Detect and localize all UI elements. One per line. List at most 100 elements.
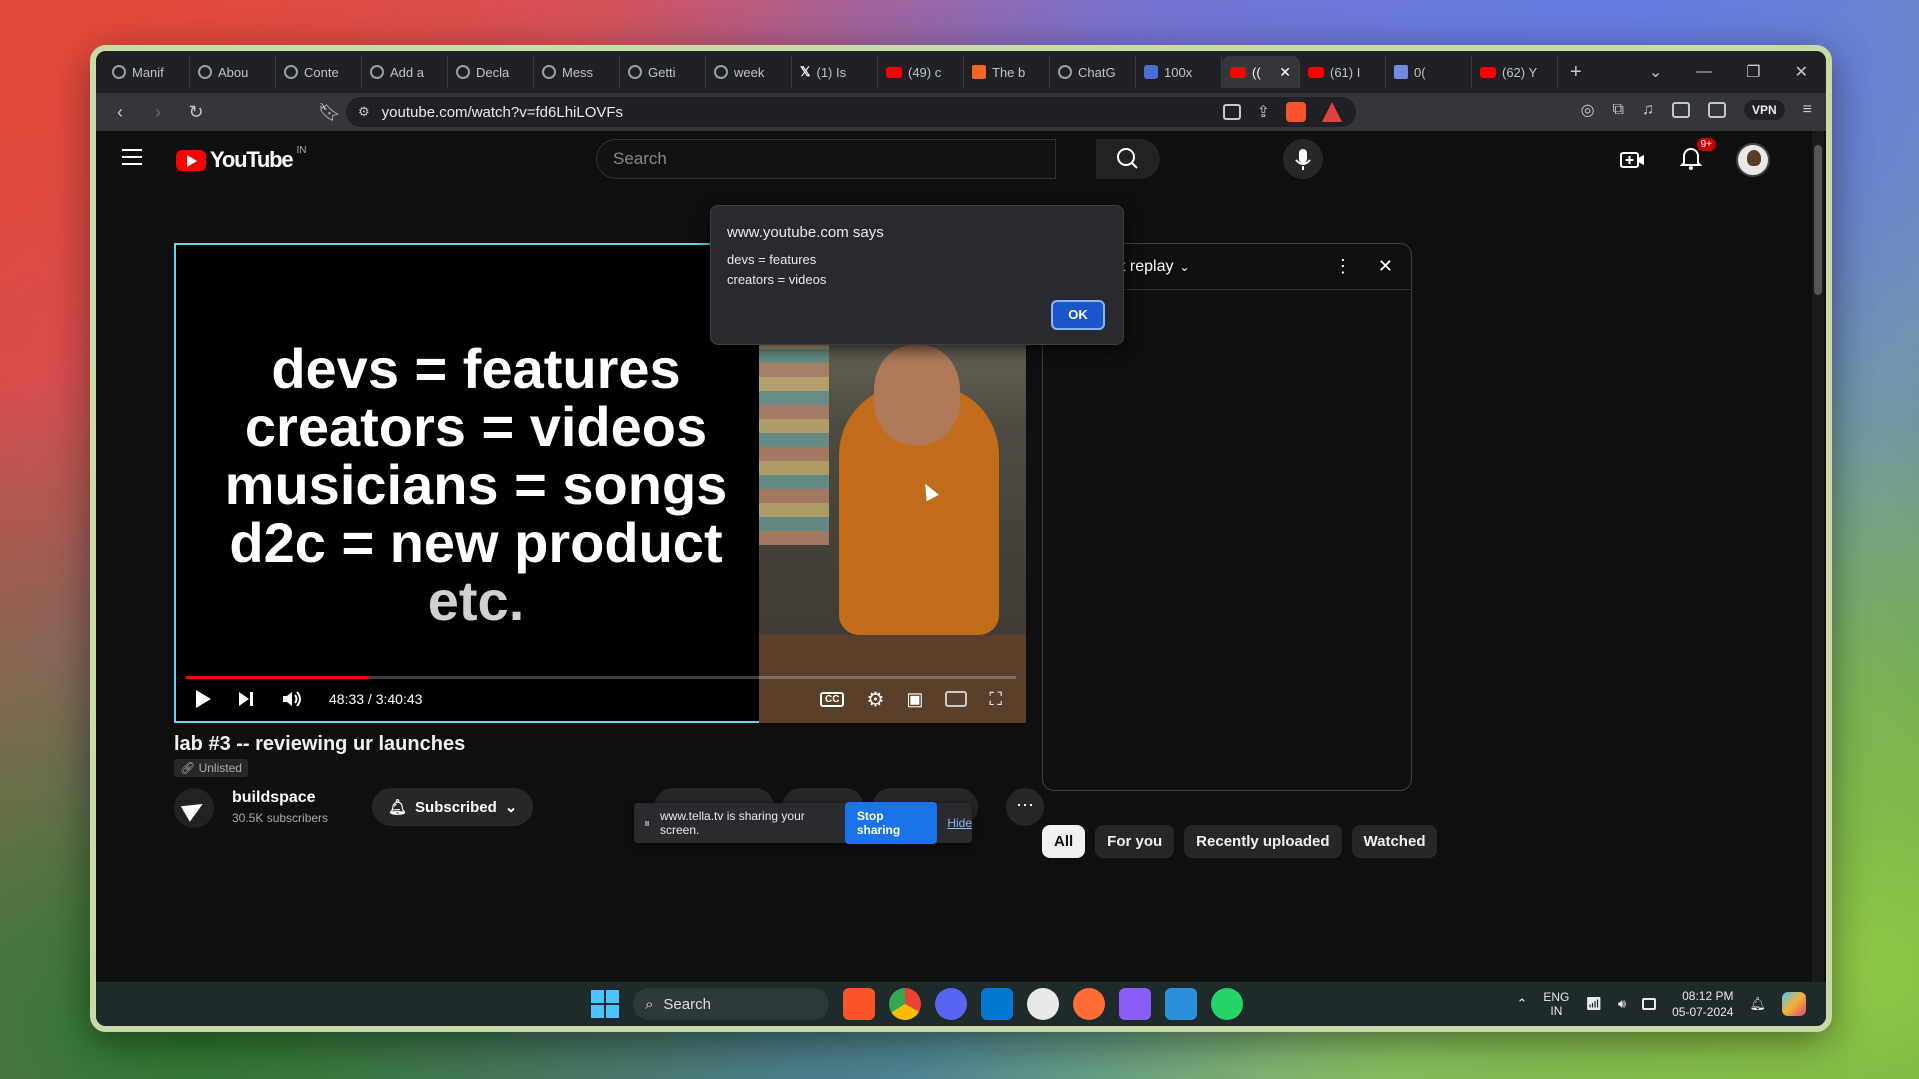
- media-icon[interactable]: ♫: [1642, 101, 1654, 119]
- browser-toolbar: ‹ › ↻ 🔖︎ ⚙︎ youtube.com/watch?v=fd6LhiLO…: [96, 93, 1826, 131]
- reload-icon[interactable]: ↻: [186, 102, 206, 123]
- discord-icon[interactable]: [935, 988, 967, 1020]
- brave-icon[interactable]: [843, 988, 875, 1020]
- subscribed-button[interactable]: 🔔︎ Subscribed ⌄: [372, 788, 534, 826]
- back-icon[interactable]: ‹: [110, 102, 130, 123]
- chip-all[interactable]: All: [1042, 825, 1086, 858]
- taskbar-search[interactable]: ⌕ Search: [633, 988, 829, 1020]
- chip-watched[interactable]: Watched: [1351, 825, 1438, 858]
- window-controls: ⌄ — ❐ ✕: [1649, 62, 1826, 82]
- brave-rewards-icon[interactable]: [1322, 102, 1342, 122]
- ok-button[interactable]: OK: [1051, 300, 1105, 330]
- language-indicator[interactable]: ENG IN: [1543, 990, 1569, 1018]
- notifications-button[interactable]: 9+: [1679, 137, 1716, 175]
- bookmark-icon[interactable]: 🔖︎: [318, 102, 341, 123]
- clock[interactable]: 08:12 PM 05-07-2024: [1672, 988, 1733, 1020]
- tab-item[interactable]: Add a: [362, 56, 448, 88]
- tab-item[interactable]: Mess: [534, 56, 620, 88]
- battery-icon[interactable]: [1642, 998, 1657, 1010]
- restore-icon[interactable]: ❐: [1746, 62, 1760, 82]
- cast-icon[interactable]: [1222, 104, 1241, 120]
- chip-recently-uploaded[interactable]: Recently uploaded: [1184, 825, 1342, 858]
- tab-item[interactable]: (62) Y: [1472, 56, 1558, 88]
- tab-label: 100x: [1164, 64, 1193, 80]
- scrollbar-thumb[interactable]: [1814, 145, 1822, 295]
- hide-link[interactable]: Hide: [947, 816, 972, 830]
- tab-item[interactable]: (49) c: [878, 56, 964, 88]
- tab-search-chevron-icon[interactable]: ⌄: [1649, 62, 1662, 82]
- close-tab-icon[interactable]: ✕: [1279, 64, 1291, 81]
- settings-gear-icon[interactable]: ⚙︎: [866, 687, 884, 712]
- tab-item[interactable]: 0(: [1386, 56, 1472, 88]
- notification-bell-icon[interactable]: 🔔︎: [1749, 996, 1766, 1012]
- tab-item[interactable]: Manif: [104, 56, 190, 88]
- tab-item[interactable]: Decla: [448, 56, 534, 88]
- wifi-icon[interactable]: 📶︎: [1585, 996, 1602, 1012]
- youtube-logo[interactable]: YouTube IN: [176, 145, 306, 173]
- tab-label: Conte: [304, 64, 339, 80]
- vscode-icon[interactable]: [981, 988, 1013, 1020]
- tab-item[interactable]: ChatG: [1050, 56, 1136, 88]
- miniplayer-icon[interactable]: ▣: [906, 689, 923, 710]
- new-tab-icon[interactable]: +: [1570, 61, 1582, 84]
- address-bar[interactable]: ⚙︎ youtube.com/watch?v=fd6LhiLOVFs ⇪: [346, 97, 1356, 127]
- more-actions-button[interactable]: ⋯: [1006, 788, 1044, 826]
- vpn-button[interactable]: VPN: [1743, 100, 1785, 120]
- leo-icon[interactable]: ◎: [1581, 100, 1595, 120]
- hamburger-menu-icon[interactable]: [122, 149, 142, 170]
- play-icon[interactable]: [196, 690, 211, 708]
- brave-shields-icon[interactable]: [1286, 102, 1306, 122]
- whatsapp-icon[interactable]: [1211, 988, 1243, 1020]
- notepad-icon[interactable]: [1165, 988, 1197, 1020]
- drag-handle-icon[interactable]: ⏸︎: [644, 816, 650, 831]
- postman-icon[interactable]: [1073, 988, 1105, 1020]
- tab-item[interactable]: 𝕏 (1) Is: [792, 56, 878, 88]
- opera-icon[interactable]: [1027, 988, 1059, 1020]
- tab-item[interactable]: (61) I: [1300, 56, 1386, 88]
- create-video-icon[interactable]: [1620, 149, 1646, 171]
- close-window-icon[interactable]: ✕: [1795, 62, 1808, 82]
- search-button[interactable]: [1096, 139, 1160, 179]
- channel-avatar[interactable]: [174, 788, 214, 828]
- windows-start-icon[interactable]: [591, 990, 619, 1018]
- tab-item[interactable]: Abou: [190, 56, 276, 88]
- tab-item[interactable]: Getti: [620, 56, 706, 88]
- page-scrollbar[interactable]: [1812, 131, 1824, 982]
- clipchamp-icon[interactable]: [1119, 988, 1151, 1020]
- slide-line: creators = videos: [244, 395, 708, 458]
- chip-for-you[interactable]: For you: [1095, 825, 1175, 858]
- chrome-icon[interactable]: [889, 988, 921, 1020]
- fullscreen-icon[interactable]: ⛶: [989, 689, 1002, 710]
- channel-name[interactable]: buildspace: [232, 789, 316, 807]
- menu-icon[interactable]: ≡: [1803, 101, 1812, 119]
- tab-item[interactable]: The b: [964, 56, 1050, 88]
- next-icon[interactable]: [237, 690, 255, 708]
- forward-icon[interactable]: ›: [148, 102, 168, 123]
- account-avatar[interactable]: [1736, 143, 1770, 177]
- chevron-down-icon[interactable]: ⌄: [1180, 260, 1190, 274]
- tab-item-active[interactable]: ((✕: [1222, 56, 1300, 88]
- captions-button[interactable]: CC: [819, 691, 845, 707]
- theater-mode-icon[interactable]: [945, 691, 968, 707]
- share-icon[interactable]: ⇪: [1257, 102, 1270, 122]
- speaker-icon[interactable]: 🔊︎: [1618, 996, 1626, 1012]
- more-vert-icon[interactable]: ⋮: [1334, 256, 1352, 277]
- tab-item[interactable]: week: [706, 56, 792, 88]
- stop-sharing-button[interactable]: Stop sharing: [844, 802, 938, 844]
- search-icon: [1117, 148, 1138, 169]
- chevron-up-icon[interactable]: ⌃: [1516, 996, 1527, 1012]
- tab-item[interactable]: Conte: [276, 56, 362, 88]
- close-icon[interactable]: ✕: [1378, 256, 1393, 277]
- search-input[interactable]: Search: [596, 139, 1056, 179]
- minimize-icon[interactable]: —: [1696, 63, 1712, 81]
- copilot-icon[interactable]: [1782, 992, 1806, 1016]
- volume-icon[interactable]: [281, 689, 303, 709]
- wallet-icon[interactable]: [1707, 102, 1726, 118]
- voice-search-button[interactable]: [1283, 139, 1323, 179]
- tab-item[interactable]: 100x: [1136, 56, 1222, 88]
- extensions-icon[interactable]: ⧉: [1613, 101, 1624, 119]
- site-settings-icon[interactable]: ⚙︎: [358, 104, 370, 120]
- related-filter-chips: All For you Recently uploaded Watched: [1042, 825, 1438, 858]
- sidebar-icon[interactable]: [1671, 102, 1690, 118]
- unlisted-badge: 🔗︎ Unlisted: [174, 759, 248, 777]
